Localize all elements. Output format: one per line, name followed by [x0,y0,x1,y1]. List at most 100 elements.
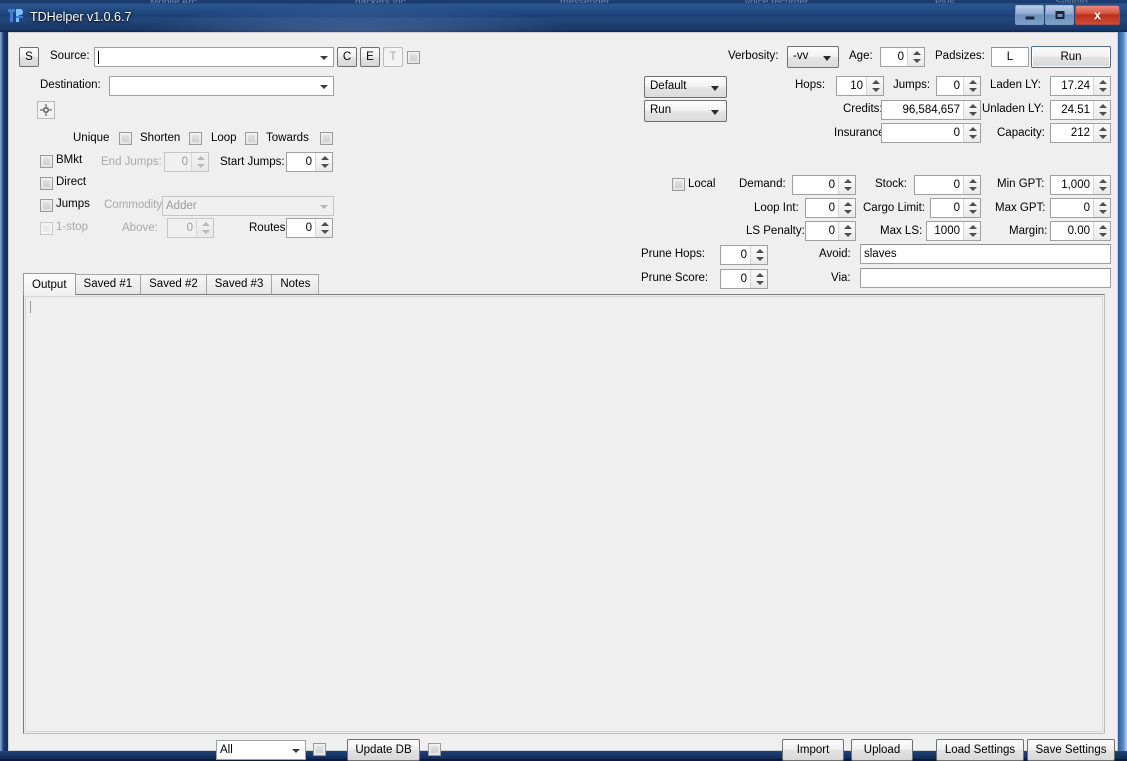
commodity-combobox[interactable]: Adder [162,196,334,216]
gear-icon-button[interactable] [37,101,55,119]
margin-spinner[interactable]: 0.00 [1050,221,1111,241]
jumps-checkbox[interactable] [40,199,53,212]
spinner-arrows[interactable] [963,176,980,194]
loop-checkbox[interactable] [245,132,258,145]
maximize-button[interactable] [1045,5,1074,25]
upload-button[interactable]: Upload [851,739,913,761]
spinner-arrows[interactable] [1093,77,1110,95]
max-gpt-spinner[interactable]: 0 [1050,198,1111,218]
spinner-arrows[interactable] [750,246,767,264]
tab-saved-1[interactable]: Saved #1 [75,274,142,294]
load-settings-button[interactable]: Load Settings [936,739,1024,761]
demand-spinner[interactable]: 0 [792,175,856,195]
hops-spinner[interactable]: 10 [836,76,884,96]
insurance-spinner[interactable]: 0 [881,123,981,143]
credits-spinner[interactable]: 96,584,657 [881,100,981,120]
chevron-down-icon[interactable] [288,741,305,759]
spinner-arrows[interactable] [1093,101,1110,119]
spinner-arrows[interactable] [1093,222,1110,240]
save-settings-button[interactable]: Save Settings [1027,739,1115,761]
spinner-arrows[interactable] [838,222,855,240]
jumps-spinner[interactable]: 0 [936,76,981,96]
run-button[interactable]: Run [1031,46,1111,68]
above-label: Above: [122,222,158,234]
ls-penalty-label: LS Penalty: [746,225,805,237]
spinner-arrows[interactable] [907,48,924,66]
routes-spinner[interactable]: 0 [286,218,333,238]
output-textarea[interactable] [23,294,1105,734]
ls-penalty-spinner[interactable]: 0 [805,221,856,241]
start-jumps-spinner[interactable]: 0 [286,152,333,172]
age-spinner[interactable]: 0 [880,47,925,67]
db-scope-checkbox[interactable] [313,743,326,756]
spinner-arrows[interactable] [963,77,980,95]
tab-saved-2[interactable]: Saved #2 [140,274,207,294]
chevron-down-icon[interactable] [316,48,333,66]
min-gpt-spinner[interactable]: 1,000 [1050,175,1111,195]
direct-checkbox[interactable] [40,177,53,190]
towards-checkbox[interactable] [320,132,333,145]
stock-spinner[interactable]: 0 [914,175,981,195]
update-db-checkbox[interactable] [428,743,441,756]
min-gpt-label: Min GPT: [997,178,1044,190]
title-bar[interactable]: TDHelper v1.0.6.7 x [0,3,1127,32]
import-button[interactable]: Import [782,739,844,761]
via-input[interactable] [860,268,1111,288]
tab-saved-3[interactable]: Saved #3 [206,274,273,294]
spinner-arrows[interactable] [750,270,767,288]
db-scope-combobox[interactable]: All [216,740,306,760]
command-dropdown[interactable]: Run [644,100,727,122]
spinner-arrows[interactable] [1093,199,1110,217]
max-ls-spinner[interactable]: 1000 [926,221,981,241]
spinner-arrows[interactable] [191,153,208,171]
desktop-background: Mobile Arc hackers inc messenger voice r… [0,0,1127,759]
spinner-arrows[interactable] [963,199,980,217]
source-s-button[interactable]: S [19,47,39,67]
spinner-arrows[interactable] [315,219,332,237]
update-db-button[interactable]: Update DB [347,739,420,761]
prune-hops-spinner[interactable]: 0 [720,245,768,265]
cargo-limit-spinner[interactable]: 0 [930,198,981,218]
spinner-arrows[interactable] [963,101,980,119]
one-stop-checkbox [40,222,53,235]
capacity-spinner[interactable]: 212 [1050,123,1111,143]
minimize-button[interactable] [1015,5,1044,25]
tab-notes[interactable]: Notes [271,274,319,294]
unladen-ly-spinner[interactable]: 24.51 [1050,100,1111,120]
preset-dropdown[interactable]: Default [644,76,727,98]
spinner-arrows[interactable] [838,176,855,194]
spinner-arrows[interactable] [1093,124,1110,142]
laden-ly-label: Laden LY: [990,79,1041,91]
laden-ly-spinner[interactable]: 17.24 [1050,76,1111,96]
loop-int-spinner[interactable]: 0 [805,198,856,218]
tab-output[interactable]: Output [23,273,76,295]
source-label: Source: [50,50,90,62]
destination-combobox[interactable] [109,76,334,96]
spinner-arrows[interactable] [1093,176,1110,194]
unique-checkbox[interactable] [119,132,132,145]
source-e-button[interactable]: E [360,47,380,67]
local-checkbox[interactable] [672,178,685,191]
chevron-down-icon[interactable] [316,77,333,95]
chevron-down-icon[interactable] [316,197,333,215]
avoid-input[interactable]: slaves [860,244,1111,264]
end-jumps-spinner[interactable]: 0 [164,152,209,172]
verbosity-dropdown[interactable]: -vv [787,46,839,68]
source-extra-checkbox[interactable] [407,51,420,64]
close-button[interactable]: x [1075,5,1120,25]
source-c-button[interactable]: C [337,47,357,67]
tab-strip: Output Saved #1 Saved #2 Saved #3 Notes [23,274,318,295]
spinner-arrows[interactable] [866,77,883,95]
padsizes-input[interactable]: L [991,47,1029,67]
prune-score-spinner[interactable]: 0 [720,269,768,289]
output-textarea-inner[interactable] [25,296,1103,732]
source-combobox[interactable] [94,47,334,67]
capacity-label: Capacity: [997,127,1045,139]
spinner-arrows[interactable] [963,124,980,142]
spinner-arrows[interactable] [315,153,332,171]
spinner-arrows[interactable] [963,222,980,240]
chevron-down-icon [711,86,719,91]
shorten-checkbox[interactable] [189,132,202,145]
bmkt-checkbox[interactable] [40,155,53,168]
spinner-arrows[interactable] [838,199,855,217]
